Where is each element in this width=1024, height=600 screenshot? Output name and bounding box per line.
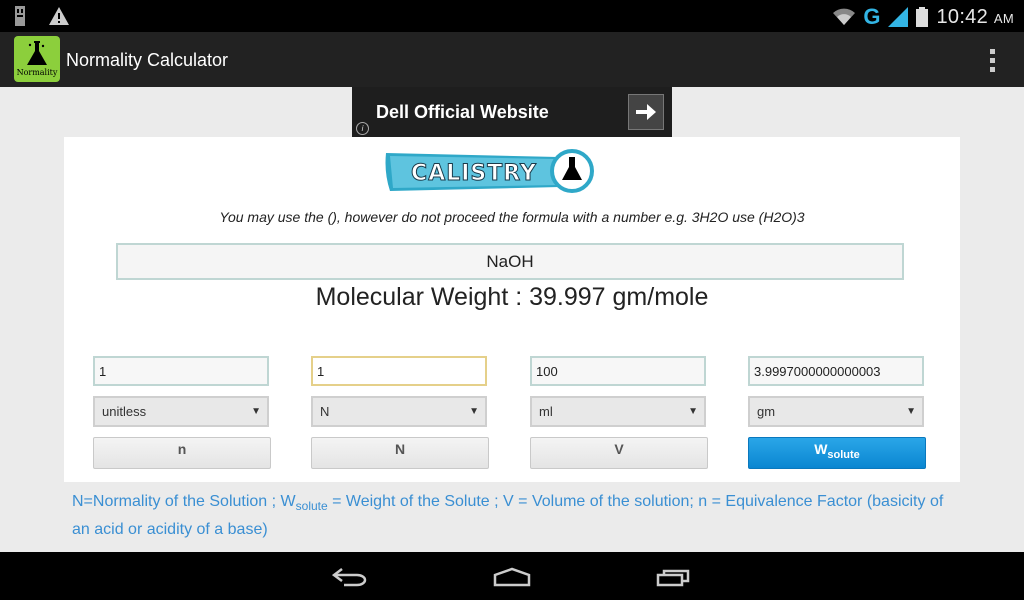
- mw-label: Molecular Weight :: [315, 283, 530, 311]
- navigation-bar: [0, 552, 1024, 600]
- dropdown-arrow-icon: ▼: [906, 406, 916, 417]
- weight-unit-select[interactable]: gm ▼: [748, 396, 924, 427]
- equivalence-factor-unit-select[interactable]: unitless ▼: [93, 396, 269, 427]
- column-normality: N▼ N: [311, 356, 489, 469]
- solve-weight-solute-button[interactable]: Wsolute: [748, 437, 926, 469]
- ad-arrow-button[interactable]: [628, 94, 664, 130]
- mw-value: 39.997: [529, 283, 606, 311]
- back-button[interactable]: [320, 562, 380, 592]
- weight-solute-input[interactable]: [748, 356, 924, 386]
- sd-card-icon: [15, 6, 25, 26]
- warning-icon: [49, 7, 69, 25]
- battery-icon: [916, 7, 929, 27]
- signal-icon: [888, 7, 909, 27]
- clock-ampm: AM: [993, 10, 1014, 26]
- column-volume: ml ▼ V: [530, 356, 708, 469]
- variable-legend: N=Normality of the Solution ; Wsolute = …: [72, 490, 957, 542]
- button-label: N: [394, 441, 406, 457]
- ad-banner[interactable]: Dell Official Website i: [352, 87, 672, 137]
- molecular-weight-result: Molecular Weight : 39.997 gm/mole: [64, 283, 960, 312]
- arrow-right-icon: [636, 104, 656, 120]
- overflow-dot: [989, 48, 995, 54]
- app-icon[interactable]: Normality: [14, 36, 60, 82]
- dropdown-arrow-icon: ▼: [469, 406, 479, 417]
- select-value: ml: [539, 404, 553, 419]
- solve-volume-button[interactable]: V: [530, 437, 708, 469]
- app-title: Normality Calculator: [66, 50, 229, 70]
- formula-hint: You may use the (), however do not proce…: [219, 209, 805, 225]
- legend-subscript: solute: [295, 499, 328, 514]
- wifi-icon: [833, 8, 856, 25]
- legend-part-1: N=Normality of the Solution ; W: [72, 493, 296, 510]
- logo-text: CALISTRY: [411, 161, 537, 186]
- column-weight-solute: gm ▼ Wsolute: [748, 356, 926, 469]
- normality-input[interactable]: [311, 356, 487, 386]
- button-label: W: [814, 441, 828, 457]
- calculator-panel: CALISTRY You may use the (), however do …: [64, 137, 960, 482]
- dropdown-arrow-icon: ▼: [251, 406, 261, 417]
- button-label-subscript: solute: [827, 448, 860, 461]
- solve-normality-button[interactable]: N: [311, 437, 489, 469]
- equivalence-factor-input[interactable]: [93, 356, 269, 386]
- volume-unit-select[interactable]: ml ▼: [530, 396, 706, 427]
- recent-apps-icon: [656, 569, 690, 587]
- formula-input[interactable]: NaOH: [116, 243, 904, 280]
- ad-text[interactable]: Dell Official Website: [376, 102, 549, 123]
- back-icon: [332, 568, 367, 587]
- button-label: V: [614, 441, 624, 457]
- button-label: n: [177, 441, 187, 457]
- clock: 10:42 AM: [936, 6, 1014, 29]
- overflow-dot: [989, 66, 995, 72]
- solve-n-button[interactable]: n: [93, 437, 271, 469]
- calistry-logo: CALISTRY: [385, 149, 594, 193]
- overflow-dot: [989, 57, 995, 63]
- status-bar: G 10:42 AM: [0, 0, 1024, 32]
- flask-icon: [27, 41, 47, 65]
- mw-unit: gm/mole: [605, 283, 709, 311]
- column-equivalence-factor: unitless ▼ n: [93, 356, 271, 469]
- select-value: unitless: [102, 404, 147, 419]
- dropdown-arrow-icon: ▼: [688, 406, 698, 417]
- select-value: N: [320, 404, 330, 419]
- action-bar: Normality Normality Calculator: [0, 32, 1024, 87]
- ad-info-icon[interactable]: i: [356, 122, 369, 135]
- home-button[interactable]: [482, 562, 542, 592]
- overflow-menu-button[interactable]: [980, 44, 1004, 76]
- recent-apps-button[interactable]: [644, 562, 704, 592]
- clock-time: 10:42: [936, 5, 989, 28]
- volume-input[interactable]: [530, 356, 706, 386]
- network-type-label: G: [863, 4, 881, 29]
- normality-unit-select[interactable]: N ▼: [311, 396, 487, 427]
- select-value: gm: [757, 404, 776, 419]
- notification-icons: [12, 6, 70, 26]
- app-icon-label: Normality: [16, 68, 58, 77]
- home-icon: [493, 567, 531, 587]
